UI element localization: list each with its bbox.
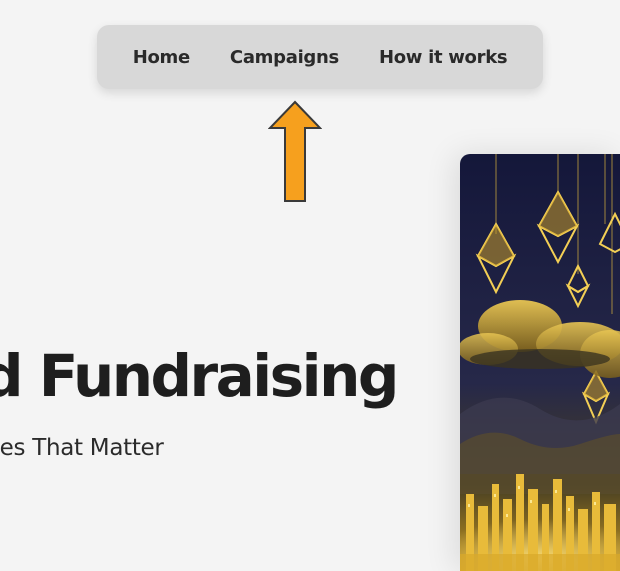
top-navigation: Home Campaigns How it works	[97, 25, 543, 89]
nav-link-how-it-works[interactable]: How it works	[379, 47, 508, 68]
arrow-up-icon	[268, 100, 322, 202]
hero-title: d Fundraising	[0, 342, 399, 410]
ethereum-city-illustration	[460, 154, 620, 571]
nav-link-home[interactable]: Home	[133, 47, 191, 68]
nav-link-campaigns[interactable]: Campaigns	[230, 47, 339, 68]
hero-image	[460, 154, 620, 571]
hero-subtitle: ses That Matter	[0, 435, 164, 461]
